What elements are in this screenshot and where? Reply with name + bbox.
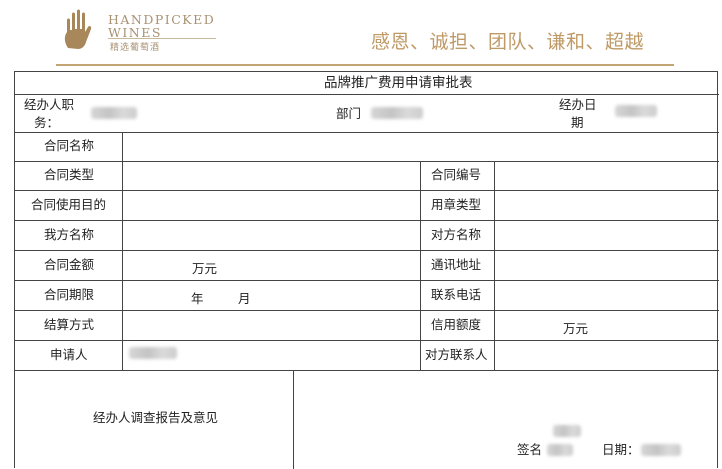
handling-date-label-cont: 期 (571, 115, 584, 130)
row-divider (15, 94, 719, 95)
contract-term-label: 合同期限 (44, 287, 95, 302)
redacted-value (641, 444, 681, 456)
row-divider (15, 310, 719, 311)
redacted-value (615, 105, 657, 117)
signature-label: 签名 (517, 442, 543, 457)
header-divider (56, 64, 674, 66)
redacted-value (129, 347, 177, 359)
row-divider (15, 340, 719, 341)
contract-purpose-label: 合同使用目的 (31, 197, 107, 212)
contract-type-label: 合同类型 (44, 167, 95, 182)
redacted-value (553, 425, 581, 437)
redacted-value (91, 107, 137, 119)
year-label: 年 (191, 291, 204, 306)
contract-name-label: 合同名称 (44, 138, 95, 153)
row-divider (15, 161, 719, 162)
redacted-value (547, 444, 573, 456)
handler-position-label: 经办人职 (24, 97, 75, 112)
page-header: HANDPICKED WINES 精选葡萄酒 感恩、诚担、团队、谦和、超越 (0, 0, 722, 70)
brand-name-line2: WINES (108, 25, 162, 40)
column-divider (494, 161, 495, 370)
investigation-label: 经办人调查报告及意见 (93, 410, 219, 425)
contract-amount-label: 合同金额 (44, 257, 95, 272)
department-label: 部门 (336, 106, 362, 121)
hand-logo-icon (64, 9, 92, 49)
counterparty-contact-label: 对方联系人 (425, 347, 488, 362)
signature-date-label: 日期： (602, 442, 640, 457)
credit-unit: 万元 (563, 321, 589, 336)
address-label: 通讯地址 (431, 257, 482, 272)
applicant-label: 申请人 (50, 347, 88, 362)
handler-position-label-cont: 务： (34, 115, 60, 130)
row-divider (15, 280, 719, 281)
month-label: 月 (238, 291, 251, 306)
redacted-value (371, 107, 423, 119)
counterparty-name-label: 对方名称 (431, 227, 482, 242)
company-slogan: 感恩、诚担、团队、谦和、超越 (371, 31, 645, 53)
settlement-label: 结算方式 (44, 317, 95, 332)
amount-unit: 万元 (192, 261, 218, 276)
contract-number-label: 合同编号 (431, 167, 482, 182)
seal-type-label: 用章类型 (431, 197, 482, 212)
row-divider (15, 370, 719, 371)
handling-date-label: 经办日 (559, 97, 597, 112)
form-title: 品牌推广费用申请审批表 (324, 75, 473, 91)
row-divider (15, 132, 719, 133)
row-divider (15, 220, 719, 221)
our-name-label: 我方名称 (44, 227, 95, 242)
row-divider (15, 250, 719, 251)
column-divider (293, 370, 294, 469)
credit-limit-label: 信用额度 (431, 317, 482, 332)
row-divider (15, 190, 719, 191)
column-divider (420, 161, 421, 370)
column-divider (122, 132, 123, 370)
brand-name-cn: 精选葡萄酒 (110, 43, 161, 53)
approval-form: 品牌推广费用申请审批表 经办人职 务： 部门 经办日 期 合同名称 合同类型 合… (14, 71, 719, 469)
phone-label: 联系电话 (431, 287, 482, 302)
